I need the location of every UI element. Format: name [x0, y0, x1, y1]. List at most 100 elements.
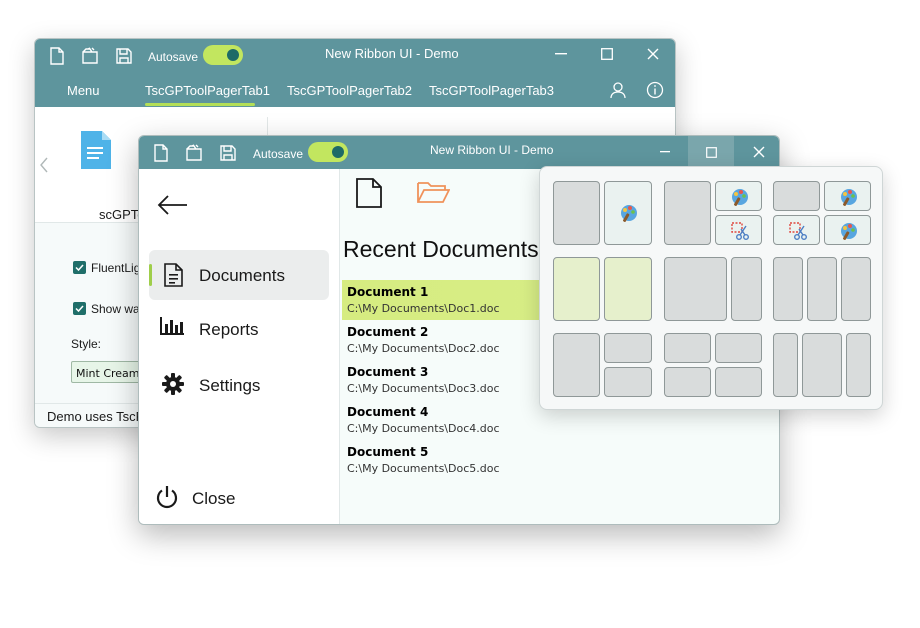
autosave-label: Autosave [148, 50, 199, 64]
snap-zone[interactable] [664, 257, 727, 321]
snap-zone[interactable] [731, 257, 762, 321]
snap-layout-quadrants [773, 181, 871, 245]
close-label: Close [192, 489, 236, 508]
autosave-toggle[interactable] [308, 142, 348, 162]
recent-documents-heading: Recent Documents [343, 236, 539, 262]
document-title: Document 4 [347, 405, 429, 419]
snap-layout-halves [553, 181, 652, 245]
open-file-icon[interactable] [81, 47, 99, 65]
snap-zone[interactable] [664, 333, 711, 363]
snap-zone[interactable] [824, 181, 871, 211]
tab-pager-3[interactable]: TscGPToolPagerTab3 [429, 83, 554, 98]
snap-zone[interactable] [553, 257, 600, 321]
menu-item-documents[interactable]: Documents [149, 250, 329, 300]
snap-zone[interactable] [604, 181, 652, 245]
new-file-icon[interactable] [153, 144, 169, 162]
document-path: C:\My Documents\Doc4.doc [347, 422, 500, 435]
snap-zone[interactable] [773, 333, 798, 397]
snap-zone[interactable] [604, 257, 652, 321]
info-icon[interactable] [646, 81, 664, 99]
close-window-button[interactable] [753, 146, 765, 158]
close-window-button[interactable] [647, 48, 659, 60]
menu-label-reports: Reports [199, 320, 259, 339]
snap-zone[interactable] [824, 215, 871, 245]
snipping-tool-icon [730, 221, 750, 241]
snap-zone[interactable] [841, 257, 871, 321]
paint-palette-icon [619, 203, 639, 223]
autosave-toggle[interactable] [203, 45, 243, 65]
power-icon [155, 485, 179, 509]
snap-layout-center-wide [773, 333, 871, 397]
style-dropdown-value: Mint Cream [76, 367, 140, 380]
document-title: Document 2 [347, 325, 429, 339]
back-arrow-icon[interactable] [157, 194, 189, 216]
snap-zone[interactable] [664, 181, 711, 245]
maximize-button[interactable] [688, 136, 734, 169]
document-path: C:\My Documents\Doc2.doc [347, 342, 500, 355]
snap-zone[interactable] [807, 257, 837, 321]
open-folder-icon[interactable] [416, 178, 450, 204]
open-file-icon[interactable] [185, 144, 203, 162]
tab-menu[interactable]: Menu [67, 83, 100, 98]
document-icon [163, 263, 183, 287]
snap-zone[interactable] [664, 367, 711, 397]
new-file-icon[interactable] [49, 47, 65, 65]
snipping-tool-icon [788, 221, 808, 241]
snap-layout-main-side [664, 181, 762, 245]
user-icon[interactable] [609, 81, 627, 99]
document-path: C:\My Documents\Doc1.doc [347, 302, 500, 315]
maximize-button[interactable] [601, 48, 613, 60]
document-title: Document 1 [347, 285, 429, 299]
window-title: New Ribbon UI - Demo [325, 46, 459, 61]
menu-label-settings: Settings [199, 376, 261, 395]
snap-zone[interactable] [553, 181, 600, 245]
snap-zone[interactable] [715, 181, 762, 211]
toggle-knob [227, 49, 239, 61]
snap-layout-halves-2 [553, 257, 652, 321]
gear-icon [161, 372, 185, 396]
wallpaper-checkbox[interactable] [73, 302, 86, 315]
snap-layout-left-stack [553, 333, 652, 397]
tab-pager-1[interactable]: TscGPToolPagerTab1 [145, 83, 270, 98]
snap-zone[interactable] [846, 333, 871, 397]
paint-palette-icon [839, 221, 859, 241]
paint-palette-icon [730, 187, 750, 207]
selection-indicator [149, 264, 152, 286]
save-icon[interactable] [219, 144, 237, 162]
snap-zone[interactable] [604, 367, 652, 397]
tab-pager-2[interactable]: TscGPToolPagerTab2 [287, 83, 412, 98]
paint-palette-icon [839, 187, 859, 207]
menu-item-reports[interactable]: Reports [149, 304, 329, 354]
snap-zone[interactable] [715, 333, 762, 363]
new-document-icon[interactable] [355, 177, 383, 209]
minimize-button[interactable] [555, 53, 567, 55]
snap-zone[interactable] [773, 215, 820, 245]
document-title: Document 5 [347, 445, 429, 459]
minimize-button[interactable] [660, 151, 670, 153]
toggle-knob [332, 146, 344, 158]
snap-layouts-flyout [539, 166, 883, 410]
autosave-label: Autosave [253, 147, 304, 161]
menu-label-documents: Documents [199, 266, 285, 285]
close-backstage-button[interactable]: Close [149, 476, 329, 516]
list-item[interactable]: Document 5 C:\My Documents\Doc5.doc [342, 440, 612, 480]
document-file-icon[interactable] [79, 129, 113, 171]
menu-item-settings[interactable]: Settings [149, 360, 329, 410]
snap-zone[interactable] [604, 333, 652, 363]
document-path: C:\My Documents\Doc3.doc [347, 382, 500, 395]
snap-layout-wide-narrow [664, 257, 762, 321]
snap-layout-grid [664, 333, 762, 397]
active-tab-indicator [145, 103, 255, 106]
snap-zone[interactable] [715, 367, 762, 397]
save-icon[interactable] [115, 47, 133, 65]
snap-zone[interactable] [553, 333, 600, 397]
document-path: C:\My Documents\Doc5.doc [347, 462, 500, 475]
snap-zone[interactable] [802, 333, 842, 397]
style-label: Style: [71, 337, 102, 351]
snap-zone[interactable] [773, 181, 820, 211]
snap-zone[interactable] [773, 257, 803, 321]
snap-layout-thirds [773, 257, 871, 321]
snap-zone[interactable] [715, 215, 762, 245]
fluent-checkbox[interactable] [73, 261, 86, 274]
scroll-left-icon[interactable] [39, 157, 49, 173]
